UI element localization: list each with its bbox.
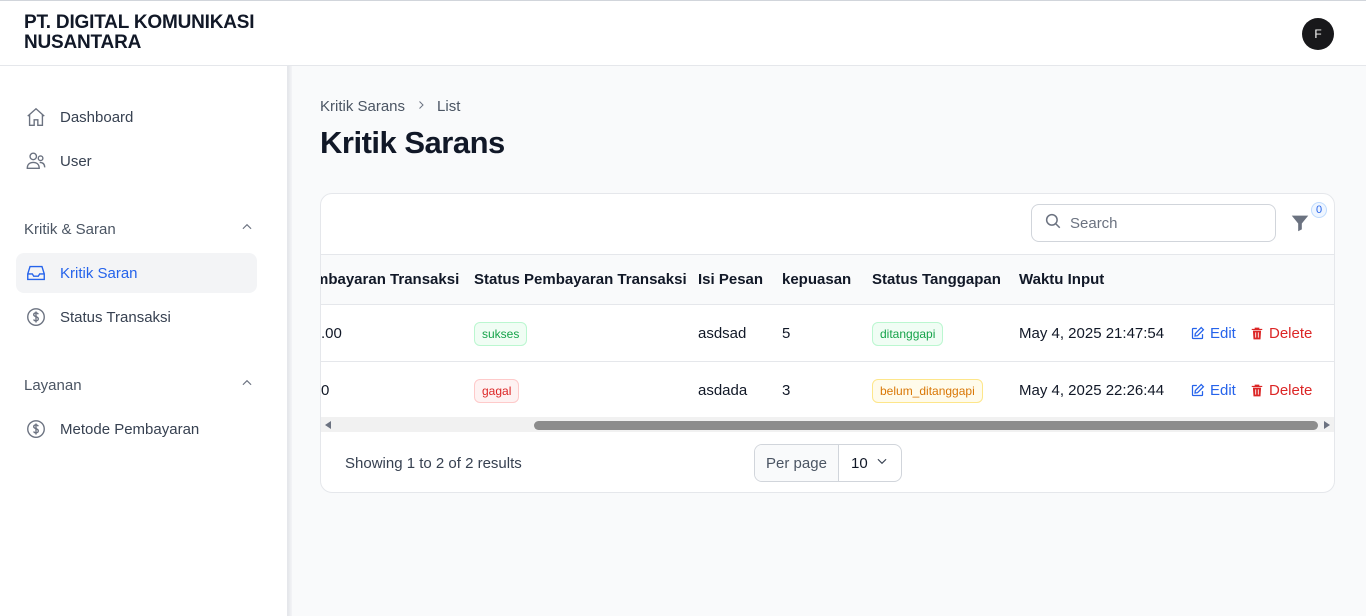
cell-nominal: 0 — [321, 382, 330, 399]
scrollbar-thumb[interactable] — [534, 421, 1318, 430]
column-header-status-pembayaran[interactable]: Status Pembayaran Transaksi — [474, 271, 687, 288]
column-header-waktu-input[interactable]: Waktu Input — [1019, 271, 1104, 288]
sidebar-item-label: Kritik Saran — [60, 264, 138, 282]
trash-icon — [1251, 327, 1263, 340]
scroll-left-icon[interactable] — [325, 421, 331, 429]
dollar-icon — [24, 305, 48, 329]
table-header: mbayaran Transaksi Status Pembayaran Tra… — [321, 255, 1334, 305]
sidebar-item-label: Dashboard — [60, 108, 134, 126]
status-badge: sukses — [474, 322, 528, 346]
sidebar-item-label: Metode Pembayaran — [60, 420, 200, 438]
per-page-label: Per page — [755, 445, 839, 481]
status-badge: ditanggapi — [872, 322, 944, 346]
status-badge: belum_ditanggapi — [872, 379, 983, 403]
results-summary: Showing 1 to 2 of 2 results — [345, 455, 522, 472]
sidebar-item-dashboard[interactable]: Dashboard — [16, 97, 257, 137]
per-page-select[interactable]: Per page 10 — [754, 444, 902, 482]
sidebar: Dashboard User Kritik & Saran Kritik Sar… — [0, 66, 288, 616]
top-bar: PT. DIGITAL KOMUNIKASI NUSANTARA F — [0, 0, 1366, 66]
page-title: Kritik Sarans — [320, 125, 505, 160]
brand-line-1: PT. DIGITAL KOMUNIKASI — [24, 12, 255, 33]
breadcrumb-current: List — [437, 98, 461, 115]
edit-label: Edit — [1210, 325, 1236, 342]
chevron-down-icon — [875, 454, 889, 472]
search-input[interactable] — [1070, 214, 1260, 232]
edit-label: Edit — [1210, 382, 1236, 399]
column-header-status-tanggapan[interactable]: Status Tanggapan — [872, 271, 1001, 288]
edit-button[interactable]: Edit — [1190, 382, 1236, 399]
table-row: .00 sukses asdsad 5 ditanggapi May 4, 20… — [321, 305, 1334, 362]
cell-nominal: .00 — [321, 325, 342, 342]
delete-label: Delete — [1269, 382, 1313, 399]
column-header-isi-pesan[interactable]: Isi Pesan — [698, 271, 763, 288]
sidebar-item-status-transaksi[interactable]: Status Transaksi — [16, 297, 257, 337]
per-page-value: 10 — [851, 454, 868, 472]
group-label: Layanan — [24, 376, 82, 394]
breadcrumb: Kritik Sarans List — [320, 98, 460, 115]
delete-label: Delete — [1269, 325, 1313, 342]
sidebar-item-label: User — [60, 152, 92, 170]
filter-icon[interactable] — [1289, 212, 1313, 236]
dollar-icon — [24, 417, 48, 441]
sidebar-item-metode-pembayaran[interactable]: Metode Pembayaran — [16, 409, 257, 449]
chevron-right-icon — [415, 98, 427, 115]
cell-waktu-input: May 4, 2025 21:47:54 — [1019, 325, 1165, 342]
horizontal-scrollbar[interactable] — [321, 417, 1334, 432]
cell-kepuasan: 3 — [782, 382, 791, 399]
group-layanan[interactable]: Layanan — [24, 376, 254, 394]
cell-kepuasan: 5 — [782, 325, 791, 342]
status-badge: gagal — [474, 379, 520, 403]
user-avatar[interactable]: F — [1302, 18, 1334, 50]
breadcrumb-parent[interactable]: Kritik Sarans — [320, 98, 405, 115]
chevron-up-icon[interactable] — [240, 220, 254, 238]
brand-name[interactable]: PT. DIGITAL KOMUNIKASI NUSANTARA — [24, 13, 304, 53]
edit-icon — [1191, 326, 1205, 340]
delete-button[interactable]: Delete — [1250, 325, 1312, 342]
chevron-up-icon[interactable] — [240, 376, 254, 394]
sidebar-item-label: Status Transaksi — [60, 308, 171, 326]
search-icon — [1044, 212, 1062, 235]
column-header-kepuasan[interactable]: kepuasan — [782, 271, 851, 288]
scroll-right-icon[interactable] — [1324, 421, 1330, 429]
delete-button[interactable]: Delete — [1250, 382, 1312, 399]
group-label: Kritik & Saran — [24, 220, 116, 238]
cell-isi-pesan: asdada — [698, 382, 748, 399]
edit-button[interactable]: Edit — [1190, 325, 1236, 342]
main-content: Kritik Sarans List Kritik Sarans 0 mbaya… — [292, 66, 1366, 616]
per-page-dropdown[interactable]: 10 — [839, 454, 901, 472]
home-icon — [24, 105, 48, 129]
table-card: 0 mbayaran Transaksi Status Pembayaran T… — [320, 193, 1335, 493]
users-icon — [24, 149, 48, 173]
table-row: 0 gagal asdada 3 belum_ditanggapi May 4,… — [321, 362, 1334, 419]
inbox-icon — [24, 261, 48, 285]
sidebar-item-kritik-saran[interactable]: Kritik Saran — [16, 253, 257, 293]
trash-icon — [1251, 384, 1263, 397]
cell-isi-pesan: asdsad — [698, 325, 747, 342]
search-box[interactable] — [1031, 204, 1276, 242]
column-header-nominal[interactable]: mbayaran Transaksi — [321, 271, 459, 288]
data-table: mbayaran Transaksi Status Pembayaran Tra… — [321, 254, 1334, 432]
brand-line-2: NUSANTARA — [24, 32, 142, 53]
sidebar-item-user[interactable]: User — [16, 141, 257, 181]
cell-waktu-input: May 4, 2025 22:26:44 — [1019, 382, 1165, 399]
group-kritik-saran[interactable]: Kritik & Saran — [24, 220, 254, 238]
filter-count-badge: 0 — [1311, 202, 1327, 218]
edit-icon — [1191, 383, 1205, 397]
